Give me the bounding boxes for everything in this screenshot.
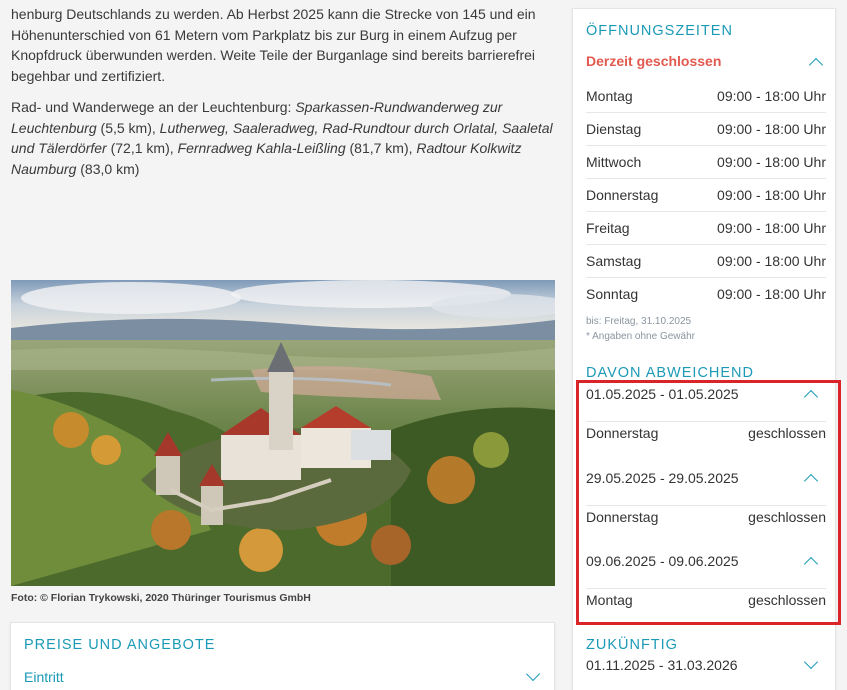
hours-row-sunday: Sonntag 09:00 - 18:00 Uhr	[586, 278, 826, 311]
day-label: Montag	[586, 88, 633, 104]
route-distance: (5,5 km),	[96, 119, 160, 136]
day-label: Donnerstag	[586, 425, 659, 441]
disclaimer-note: * Angaben ohne Gewähr	[586, 331, 695, 342]
closed-label: geschlossen	[748, 509, 826, 525]
opening-hours-card: ÖFFNUNGSZEITEN Derzeit geschlossen Monta…	[572, 8, 836, 690]
route-distance: (83,0 km)	[76, 160, 140, 177]
routes-intro: Rad- und Wanderwege an der Leuchtenburg:	[11, 99, 296, 115]
hours-row-saturday: Samstag 09:00 - 18:00 Uhr	[586, 245, 826, 278]
day-label: Dienstag	[586, 121, 642, 137]
intro-paragraph: henburg Deutschlands zu werden. Ab Herbs…	[11, 6, 536, 84]
chevron-up-icon[interactable]	[808, 57, 824, 73]
chevron-down-icon	[525, 666, 541, 682]
time-label: 09:00 - 18:00 Uhr	[717, 121, 826, 137]
day-label: Donnerstag	[586, 509, 659, 525]
photo-caption: Foto: © Florian Trykowski, 2020 Thüringe…	[11, 592, 311, 604]
deviating-title: DAVON ABWEICHEND	[586, 365, 755, 381]
hours-row-monday: Montag 09:00 - 18:00 Uhr	[586, 80, 826, 113]
day-label: Mittwoch	[586, 154, 642, 170]
future-title: ZUKÜNFTIG	[586, 637, 678, 653]
routes-paragraph: Rad- und Wanderwege an der Leuchtenburg:…	[11, 97, 556, 179]
hours-row-wednesday: Mittwoch 09:00 - 18:00 Uhr	[586, 146, 826, 179]
chevron-up-icon	[803, 389, 819, 405]
deviation-range: 01.05.2025 - 01.05.2025	[586, 386, 739, 402]
chevron-up-icon	[803, 556, 819, 572]
day-label: Donnerstag	[586, 187, 659, 203]
deviation-range: 09.06.2025 - 09.06.2025	[586, 553, 739, 569]
opening-hours-title: ÖFFNUNGSZEITEN	[586, 23, 733, 39]
prices-card: PREISE UND ANGEBOTE Eintritt	[10, 622, 555, 690]
route-distance: (72,1 km),	[106, 140, 178, 156]
prices-title: PREISE UND ANGEBOTE	[24, 637, 216, 653]
time-label: 09:00 - 18:00 Uhr	[717, 220, 826, 236]
deviation-range: 29.05.2025 - 29.05.2025	[586, 470, 739, 486]
future-range: 01.11.2025 - 31.03.2026	[586, 657, 738, 673]
entry-accordion[interactable]: Eintritt	[24, 666, 542, 685]
day-label: Samstag	[586, 253, 642, 269]
time-label: 09:00 - 18:00 Uhr	[717, 88, 826, 104]
deviation-range-toggle[interactable]: 09.06.2025 - 09.06.2025	[586, 553, 826, 589]
time-label: 09:00 - 18:00 Uhr	[717, 187, 826, 203]
day-label: Montag	[586, 592, 633, 608]
valid-until-note: bis: Freitag, 31.10.2025	[586, 316, 692, 327]
chevron-up-icon	[803, 473, 819, 489]
closed-label: geschlossen	[748, 425, 826, 441]
castle-photo	[11, 280, 555, 586]
time-label: 09:00 - 18:00 Uhr	[717, 154, 826, 170]
hours-row-thursday: Donnerstag 09:00 - 18:00 Uhr	[586, 179, 826, 212]
route-distance: (81,7 km),	[345, 140, 417, 156]
status-badge: Derzeit geschlossen	[586, 53, 722, 69]
route-link-fernradweg[interactable]: Fernradweg Kahla-Leißling	[178, 140, 346, 156]
hours-row-friday: Freitag 09:00 - 18:00 Uhr	[586, 212, 826, 245]
castle-photo-illustration	[11, 280, 555, 586]
content-column: henburg Deutschlands zu werden. Ab Herbs…	[0, 0, 560, 690]
time-label: 09:00 - 18:00 Uhr	[717, 253, 826, 269]
day-label: Freitag	[586, 220, 630, 236]
deviation-range-toggle[interactable]: 01.05.2025 - 01.05.2025	[586, 386, 826, 422]
time-label: 09:00 - 18:00 Uhr	[717, 286, 826, 302]
day-label: Sonntag	[586, 286, 639, 302]
chevron-down-icon	[803, 654, 819, 670]
closed-label: geschlossen	[748, 592, 826, 608]
deviation-range-toggle[interactable]: 29.05.2025 - 29.05.2025	[586, 470, 826, 506]
entry-label: Eintritt	[24, 669, 64, 685]
future-range-toggle[interactable]: 01.11.2025 - 31.03.2026	[586, 654, 826, 690]
hours-row-tuesday: Dienstag 09:00 - 18:00 Uhr	[586, 113, 826, 146]
